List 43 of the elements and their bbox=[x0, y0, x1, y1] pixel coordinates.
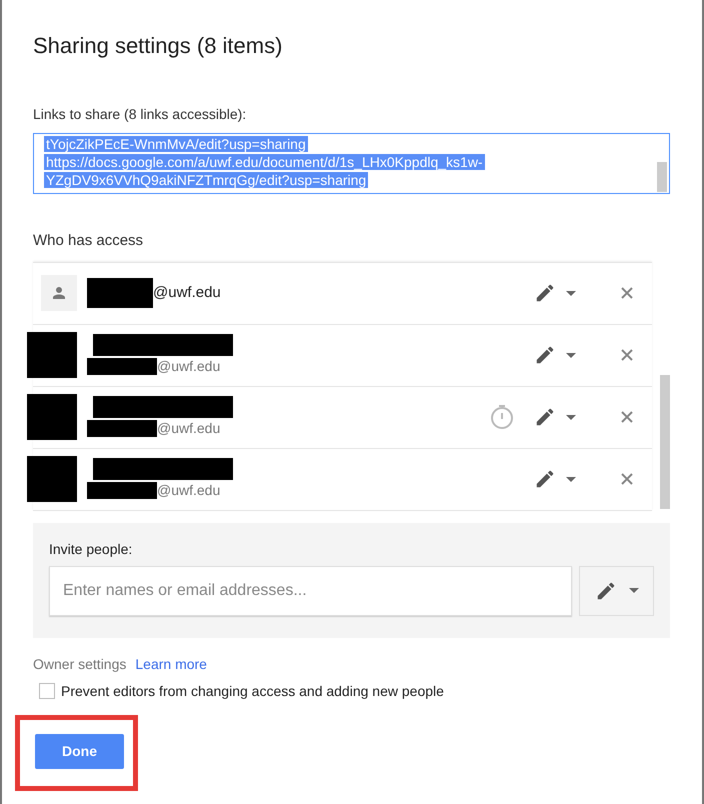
scrollbar-thumb[interactable] bbox=[660, 374, 670, 508]
redaction-bar bbox=[87, 278, 153, 308]
email-suffix: @uwf.edu bbox=[157, 418, 220, 438]
close-icon bbox=[621, 287, 634, 299]
dialog-title: Sharing settings (8 items) bbox=[33, 32, 284, 60]
pencil-icon bbox=[534, 282, 556, 304]
option-label: Prevent editors from changing access and adding new people bbox=[61, 682, 444, 701]
caret-icon bbox=[566, 290, 576, 296]
link-text: https://docs.google.com/a/uwf.edu/document/d/1s_LHx0Kppdlq_ks1w- bbox=[44, 154, 485, 170]
links-field[interactable]: tYojcZikPEcE-WnmMvA/edit?usp=sharing https://docs.google.com/a/uwf.edu/document/d/1s_LHx0Kppdlq_ks1w- YZgDV9x6VVhQ9akiNFZTmrqGg/edit?usp=sharing bbox=[33, 133, 670, 194]
links-label: Links to share (8 links accessible): bbox=[33, 105, 248, 124]
redaction-bar bbox=[87, 358, 157, 374]
redaction-bar bbox=[87, 482, 157, 498]
link-text: tYojcZikPEcE-WnmMvA/edit?usp=sharing bbox=[44, 136, 308, 152]
redaction-bar bbox=[87, 420, 157, 436]
scrollbar-thumb[interactable] bbox=[657, 162, 667, 192]
pencil-icon bbox=[534, 344, 556, 366]
close-icon bbox=[621, 349, 634, 361]
done-button[interactable]: Done bbox=[35, 734, 124, 768]
pencil-icon bbox=[534, 406, 556, 428]
caret-icon bbox=[566, 476, 576, 482]
owner-settings-label: Owner settings bbox=[33, 654, 126, 674]
email-suffix: @uwf.edu bbox=[157, 480, 220, 500]
permission-dropdown[interactable] bbox=[579, 566, 654, 616]
learn-more-link[interactable]: Learn more bbox=[135, 654, 207, 674]
section-heading: Who has access bbox=[33, 231, 144, 251]
close-icon bbox=[621, 411, 634, 423]
caret-icon bbox=[566, 352, 576, 358]
person-icon bbox=[50, 284, 68, 302]
redacted-avatar bbox=[27, 394, 77, 440]
pencil-icon bbox=[534, 468, 556, 490]
redacted-avatar bbox=[27, 456, 77, 502]
email-suffix: @uwf.edu bbox=[157, 356, 220, 376]
invite-field[interactable]: Enter names or email addresses... bbox=[49, 566, 572, 616]
timer-icon bbox=[490, 404, 514, 430]
caret-icon bbox=[566, 414, 576, 420]
invite-label: Invite people: bbox=[49, 540, 134, 559]
checkbox[interactable] bbox=[39, 683, 55, 699]
close-icon bbox=[621, 473, 634, 485]
caret-icon bbox=[628, 588, 638, 593]
redacted-avatar bbox=[27, 332, 77, 378]
email-suffix: @uwf.edu bbox=[153, 282, 221, 303]
link-text: YZgDV9x6VVhQ9akiNFZTmrqGg/edit?usp=sharing bbox=[44, 172, 368, 188]
